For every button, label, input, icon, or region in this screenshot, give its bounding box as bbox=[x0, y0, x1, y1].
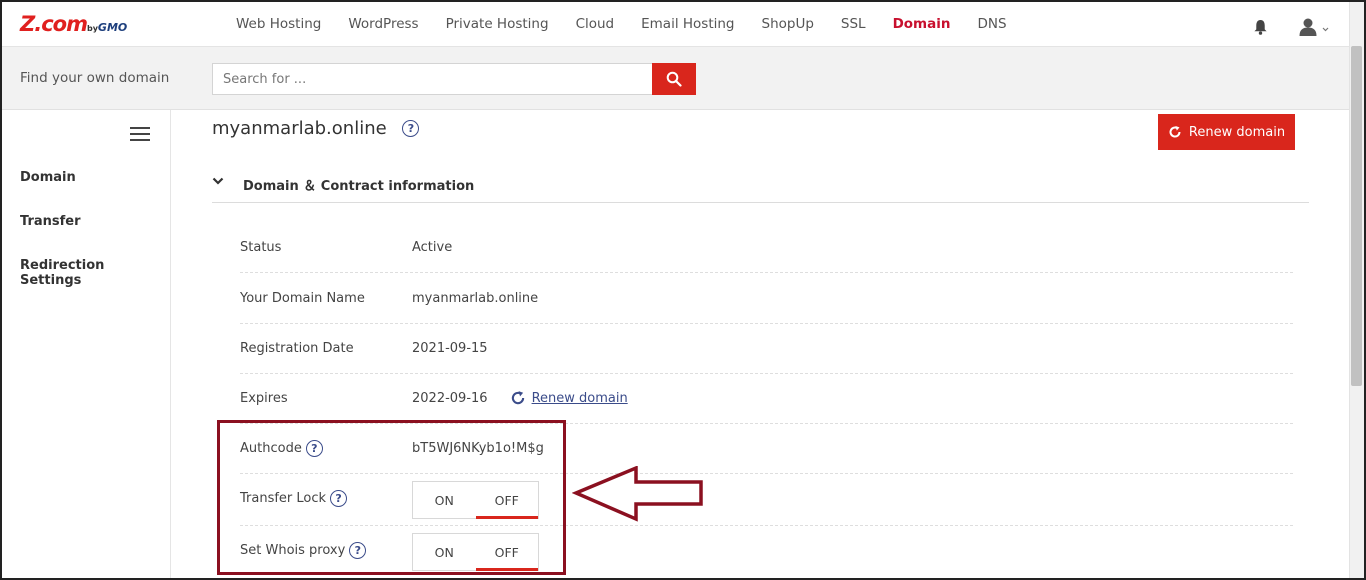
sidebar-item-domain[interactable]: Domain bbox=[20, 170, 76, 185]
domain-search-bar: Find your own domain bbox=[2, 47, 1349, 110]
nav-ssl[interactable]: SSL bbox=[841, 16, 866, 32]
nav-web-hosting[interactable]: Web Hosting bbox=[236, 16, 321, 32]
domain-search-input[interactable] bbox=[212, 63, 653, 95]
scrollbar-thumb[interactable] bbox=[1351, 46, 1362, 386]
zcom-logo[interactable]: Z.combyGMO bbox=[20, 12, 127, 36]
sidebar-item-redirection-settings[interactable]: Redirection Settings bbox=[20, 258, 170, 288]
expires-value-group: 2022-09-16 Renew domain bbox=[412, 390, 628, 406]
nav-shopup[interactable]: ShopUp bbox=[762, 16, 814, 32]
row-label: Your Domain Name bbox=[240, 291, 365, 306]
renew-icon bbox=[1169, 126, 1181, 138]
search-label: Find your own domain bbox=[20, 70, 170, 86]
registration-date-value: 2021-09-15 bbox=[412, 341, 488, 356]
domain-name-title: myanmarlab.online bbox=[212, 118, 387, 139]
logo-gmo: GMO bbox=[97, 21, 128, 34]
user-account-icon[interactable] bbox=[1299, 18, 1329, 36]
renew-button-label: Renew domain bbox=[1188, 124, 1286, 140]
renew-domain-button[interactable]: Renew domain bbox=[1158, 114, 1295, 150]
page-title: myanmarlab.online ? bbox=[212, 118, 420, 139]
status-value: Active bbox=[412, 240, 453, 255]
section-header[interactable]: Domain ＆ Contract information bbox=[212, 172, 1309, 203]
annotation-arrow-icon bbox=[572, 466, 703, 522]
nav-email-hosting[interactable]: Email Hosting bbox=[641, 16, 734, 32]
info-row-status: Status Active bbox=[240, 223, 1293, 273]
row-label: Registration Date bbox=[240, 341, 354, 356]
help-icon[interactable]: ? bbox=[402, 120, 420, 137]
nav-domain[interactable]: Domain bbox=[893, 16, 951, 32]
info-row-domain-name: Your Domain Name myanmarlab.online bbox=[240, 274, 1293, 324]
nav-wordpress[interactable]: WordPress bbox=[348, 16, 418, 32]
row-label: Status bbox=[240, 240, 282, 255]
bell-icon[interactable] bbox=[1253, 19, 1268, 35]
sidebar: Domain Transfer Redirection Settings bbox=[2, 110, 171, 580]
domain-name-value: myanmarlab.online bbox=[412, 291, 539, 306]
nav-private-hosting[interactable]: Private Hosting bbox=[446, 16, 549, 32]
info-row-expires: Expires 2022-09-16 Renew domain bbox=[240, 374, 1293, 424]
info-row-registration-date: Registration Date 2021-09-15 bbox=[240, 324, 1293, 374]
nav-dns[interactable]: DNS bbox=[977, 16, 1006, 32]
logo-by: by bbox=[86, 24, 98, 33]
search-icon bbox=[666, 71, 682, 87]
main-menu: Web Hosting WordPress Private Hosting Cl… bbox=[236, 16, 1034, 32]
sidebar-item-transfer[interactable]: Transfer bbox=[20, 214, 81, 229]
annotation-highlight-box bbox=[217, 420, 566, 575]
nav-cloud[interactable]: Cloud bbox=[576, 16, 615, 32]
section-title: Domain ＆ Contract information bbox=[243, 179, 475, 194]
search-button[interactable] bbox=[652, 63, 696, 95]
menu-toggle-icon[interactable] bbox=[130, 127, 150, 141]
expires-value: 2022-09-16 bbox=[412, 390, 488, 406]
chevron-down-icon[interactable] bbox=[212, 175, 224, 189]
logo-text: Z.com bbox=[20, 12, 88, 36]
row-label: Expires bbox=[240, 391, 288, 406]
renew-icon bbox=[511, 391, 524, 405]
top-navigation: Z.combyGMO Web Hosting WordPress Private… bbox=[2, 2, 1349, 47]
renew-domain-link[interactable]: Renew domain bbox=[532, 391, 628, 406]
